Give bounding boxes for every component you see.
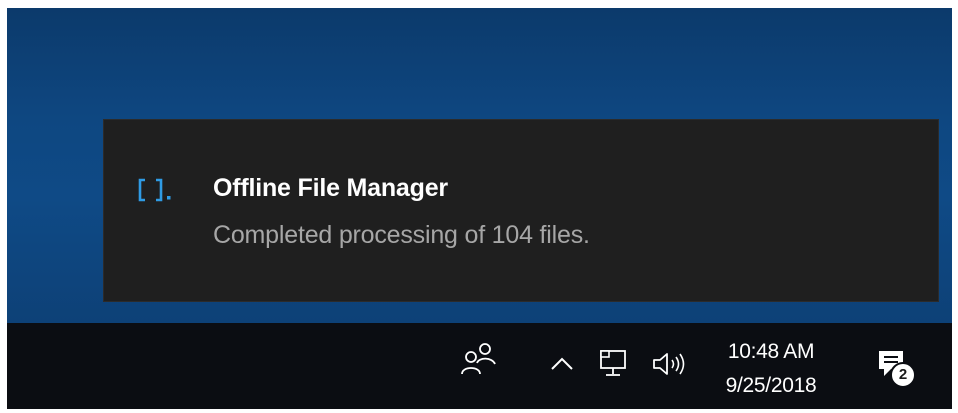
clock-date: 9/25/2018 <box>725 374 817 397</box>
brackets-app-icon <box>138 178 171 202</box>
clock-time: 10:48 AM <box>727 340 815 363</box>
people-icon[interactable] <box>459 341 499 379</box>
chevron-up-icon[interactable] <box>547 353 577 375</box>
taskbar: 10:48 AM 9/25/2018 2 <box>7 323 952 409</box>
taskbar-clock[interactable]: 10:48 AM 9/25/2018 <box>707 335 835 403</box>
toast-notification[interactable]: Offline File Manager Completed processin… <box>103 119 939 302</box>
screenshot-frame: Offline File Manager Completed processin… <box>0 0 958 413</box>
action-center-button[interactable]: 2 <box>873 347 933 397</box>
notification-count-badge: 2 <box>890 362 916 388</box>
volume-icon[interactable] <box>650 349 690 379</box>
toast-title: Offline File Manager <box>213 174 448 202</box>
network-icon[interactable] <box>597 347 631 381</box>
toast-message: Completed processing of 104 files. <box>213 221 590 249</box>
desktop-background: Offline File Manager Completed processin… <box>7 8 952 323</box>
